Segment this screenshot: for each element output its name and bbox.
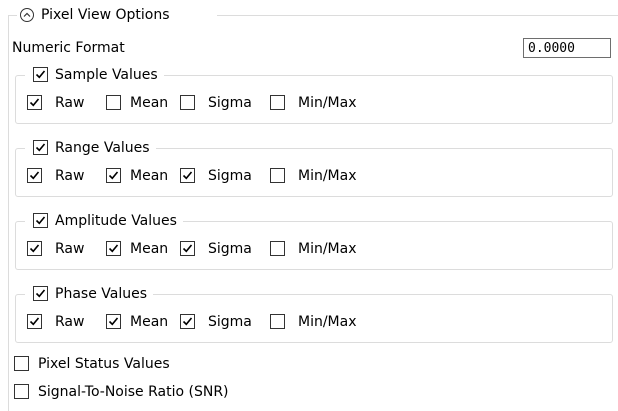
group-label-phase-values: Phase Values: [55, 286, 147, 302]
amplitude-values-mean-checkbox[interactable]: [106, 241, 121, 256]
panel-border-top-right: [217, 15, 618, 16]
phase-values-mean-checkbox[interactable]: [106, 314, 121, 329]
group-checkbox-sample-values[interactable]: [33, 67, 48, 82]
sample-values-sigma-checkbox[interactable]: [180, 95, 195, 110]
range-values-min-max-label: Min/Max: [298, 168, 357, 184]
group-checkbox-range-values[interactable]: [33, 140, 48, 155]
amplitude-values-min-max-label: Min/Max: [298, 241, 357, 257]
sample-values-raw-label: Raw: [55, 95, 85, 111]
signal-to-noise-ratio-snr-checkbox[interactable]: [14, 384, 29, 399]
amplitude-values-sigma-checkbox[interactable]: [180, 241, 195, 256]
range-values-sigma-checkbox[interactable]: [180, 168, 195, 183]
panel-title: Pixel View Options: [41, 7, 170, 23]
amplitude-values-min-max-checkbox[interactable]: [270, 241, 285, 256]
amplitude-values-mean-label: Mean: [130, 241, 169, 257]
group-checkbox-amplitude-values[interactable]: [33, 213, 48, 228]
range-values-raw-checkbox[interactable]: [27, 168, 42, 183]
panel-border-top-left: [9, 15, 17, 16]
pixel-status-values-checkbox[interactable]: [14, 356, 29, 371]
panel-border-left: [8, 15, 9, 411]
range-values-mean-checkbox[interactable]: [106, 168, 121, 183]
amplitude-values-raw-label: Raw: [55, 241, 85, 257]
range-values-sigma-label: Sigma: [208, 168, 252, 184]
phase-values-sigma-label: Sigma: [208, 314, 252, 330]
amplitude-values-raw-checkbox[interactable]: [27, 241, 42, 256]
group-label-sample-values: Sample Values: [55, 67, 158, 83]
collapse-chevron-icon[interactable]: [20, 8, 34, 22]
phase-values-raw-label: Raw: [55, 314, 85, 330]
sample-values-raw-checkbox[interactable]: [27, 95, 42, 110]
phase-values-min-max-label: Min/Max: [298, 314, 357, 330]
sample-values-mean-label: Mean: [130, 95, 169, 111]
sample-values-min-max-label: Min/Max: [298, 95, 357, 111]
numeric-format-label: Numeric Format: [12, 40, 125, 56]
phase-values-mean-label: Mean: [130, 314, 169, 330]
phase-values-sigma-checkbox[interactable]: [180, 314, 195, 329]
pixel-status-values-label: Pixel Status Values: [38, 356, 170, 372]
phase-values-min-max-checkbox[interactable]: [270, 314, 285, 329]
range-values-raw-label: Raw: [55, 168, 85, 184]
sample-values-min-max-checkbox[interactable]: [270, 95, 285, 110]
group-label-range-values: Range Values: [55, 140, 150, 156]
range-values-mean-label: Mean: [130, 168, 169, 184]
phase-values-raw-checkbox[interactable]: [27, 314, 42, 329]
signal-to-noise-ratio-snr-label: Signal-To-Noise Ratio (SNR): [38, 384, 229, 400]
range-values-min-max-checkbox[interactable]: [270, 168, 285, 183]
sample-values-mean-checkbox[interactable]: [106, 95, 121, 110]
group-label-amplitude-values: Amplitude Values: [55, 213, 177, 229]
amplitude-values-sigma-label: Sigma: [208, 241, 252, 257]
sample-values-sigma-label: Sigma: [208, 95, 252, 111]
numeric-format-input[interactable]: [523, 38, 611, 58]
group-checkbox-phase-values[interactable]: [33, 286, 48, 301]
